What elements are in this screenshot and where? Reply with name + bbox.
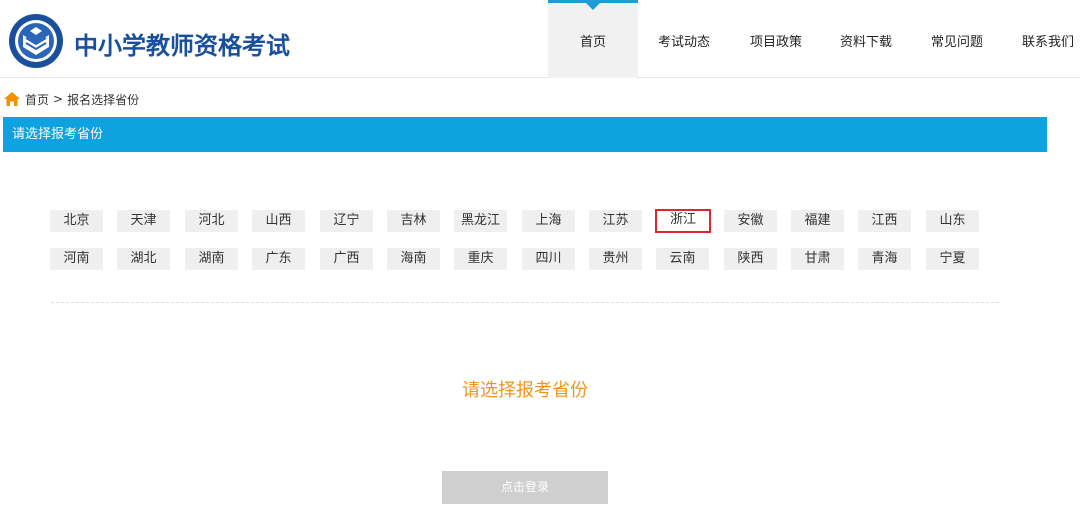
breadcrumb-current: 报名选择省份: [67, 92, 140, 107]
province-gansu[interactable]: 甘肃: [791, 248, 844, 270]
breadcrumb-home[interactable]: 首页: [25, 91, 49, 108]
nav-home-label: 首页: [579, 35, 606, 50]
province-hunan[interactable]: 湖南: [185, 248, 238, 270]
province-liaoning[interactable]: 辽宁: [320, 210, 373, 232]
province-jiangxi[interactable]: 江西: [858, 210, 911, 232]
province-yunnan[interactable]: 云南: [656, 248, 709, 270]
province-hainan[interactable]: 海南: [387, 248, 440, 270]
province-shaanxi[interactable]: 陕西: [724, 248, 777, 270]
province-shanghai[interactable]: 上海: [522, 210, 575, 232]
province-zhejiang[interactable]: 浙江: [655, 209, 711, 233]
province-shandong[interactable]: 山东: [926, 210, 979, 232]
province-henan[interactable]: 河南: [50, 248, 103, 270]
province-ningxia[interactable]: 宁夏: [926, 248, 979, 270]
nav-exam-news[interactable]: 考试动态: [648, 0, 720, 78]
dashed-divider: [51, 302, 999, 303]
province-jiangsu[interactable]: 江苏: [589, 210, 642, 232]
site-title[interactable]: 中小学教师资格考试: [74, 26, 290, 61]
nav-downloads[interactable]: 资料下载: [830, 0, 902, 78]
province-hebei[interactable]: 河北: [185, 210, 238, 232]
login-button[interactable]: 点击登录: [442, 471, 608, 504]
province-chongqing[interactable]: 重庆: [454, 248, 507, 270]
province-sichuan[interactable]: 四川: [522, 248, 575, 270]
nav-contact[interactable]: 联系我们: [1012, 0, 1080, 78]
province-tianjin[interactable]: 天津: [117, 210, 170, 232]
breadcrumb: 首页 > 报名选择省份: [4, 90, 139, 108]
nav-project-policy[interactable]: 项目政策: [740, 0, 812, 78]
header: 中小学教师资格考试 首页 考试动态 项目政策 资料下载 常见问题 联系我们: [0, 0, 1080, 78]
logo-emblem-icon[interactable]: [8, 13, 64, 69]
province-qinghai[interactable]: 青海: [858, 248, 911, 270]
province-guangxi[interactable]: 广西: [320, 248, 373, 270]
nav-faq[interactable]: 常见问题: [921, 0, 993, 78]
province-jilin[interactable]: 吉林: [387, 210, 440, 232]
province-beijing[interactable]: 北京: [50, 210, 103, 232]
section-title-bar: 请选择报考省份: [3, 117, 1047, 152]
province-hubei[interactable]: 湖北: [117, 248, 170, 270]
breadcrumb-separator: >: [53, 92, 64, 106]
province-guizhou[interactable]: 贵州: [589, 248, 642, 270]
province-guangdong[interactable]: 广东: [252, 248, 305, 270]
province-anhui[interactable]: 安徽: [724, 210, 777, 232]
province-heilongjiang[interactable]: 黑龙江: [454, 210, 507, 232]
nav-home[interactable]: 首页: [548, 0, 638, 78]
select-province-prompt: 请选择报考省份: [462, 380, 588, 401]
caret-down-icon: [586, 3, 600, 10]
province-shanxi[interactable]: 山西: [252, 210, 305, 232]
province-fujian[interactable]: 福建: [791, 210, 844, 232]
home-icon: [4, 92, 20, 106]
